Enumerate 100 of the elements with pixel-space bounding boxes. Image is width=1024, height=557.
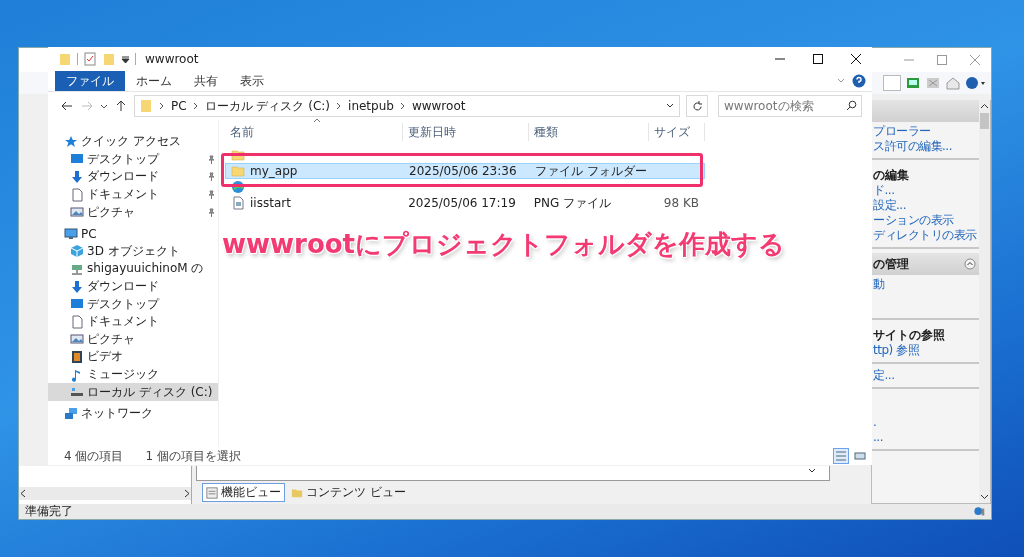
help-icon[interactable] [965,76,987,90]
cube-icon [70,244,84,259]
column-header[interactable]: サイズ [649,123,705,141]
nav-item[interactable]: デスクトップ [48,150,218,169]
chevron-right-icon [336,102,343,110]
breadcrumb[interactable]: PC [171,99,187,113]
down-arrow-icon [70,279,84,294]
ribbon-tab[interactable]: 共有 [183,71,229,91]
search-field[interactable]: wwwrootの検索 [718,95,862,117]
breadcrumb[interactable]: ローカル ディスク (C:) [204,97,331,115]
dropdown-icon[interactable] [121,54,130,64]
ribbon-tab[interactable]: 表示 [229,71,275,91]
list-icon [206,486,218,499]
action-link[interactable]: プローラー [873,124,931,139]
nav-item[interactable]: ドキュメント [48,185,218,204]
nav-item[interactable]: ローカル ディスク (C:) [48,383,218,401]
action-link[interactable]: 動 [873,277,885,292]
network-icon [64,406,78,421]
view-button[interactable] [833,448,849,464]
close-icon[interactable] [849,53,862,65]
column-header[interactable]: 種類 [529,123,649,141]
view-tab[interactable]: 機能ビュー [202,483,285,502]
file-type: ファイル フォルダー [535,162,647,180]
column-header[interactable]: 名前 [225,123,403,141]
breadcrumb[interactable]: inetpub [348,99,394,113]
nav-item[interactable]: ミュージック [48,365,218,384]
ribbon-tab[interactable]: ホーム [125,71,183,91]
view-tab[interactable]: コンテンツ ビュー [287,483,410,502]
nav-item[interactable]: ピクチャ [48,330,218,349]
film-icon [70,349,84,364]
forward-arrow-icon[interactable] [80,99,94,113]
vertical-scrollbar[interactable] [979,100,990,503]
status-text: 4 個の項目 [64,447,124,465]
down-arrow-icon [70,170,84,184]
nav-item[interactable]: 3D オブジェクト [48,242,218,261]
chevron-left-icon[interactable] [19,489,28,498]
image-file-icon [231,196,245,210]
file-row[interactable]: my_app 2025/05/06 23:36 ファイル フォルダー [225,163,705,179]
action-link[interactable]: ... [873,430,883,445]
action-link[interactable]: ド... [873,183,895,198]
computer-icon [64,226,78,241]
nav-item[interactable]: ピクチャ [48,203,218,221]
nav-item[interactable]: shigayuuichinoM の [48,260,218,278]
modified-date: 2025/05/06 23:36 [409,164,517,178]
up-arrow-icon[interactable] [114,99,128,113]
checklist-icon[interactable] [83,52,97,66]
action-link[interactable]: 設定... [873,198,906,213]
action-link[interactable]: 定... [873,368,895,383]
column-header[interactable]: 更新日時 [403,123,529,141]
nav-item[interactable]: クイック アクセス [48,133,218,151]
nav-item[interactable]: ダウンロード [48,277,218,296]
nav-item[interactable]: ビデオ [48,348,218,366]
chevron-up-icon[interactable] [980,102,989,111]
chevron-down-icon[interactable] [100,102,108,110]
collapse-icon[interactable] [964,258,976,270]
address-bar[interactable]: PC ローカル ディスク (C:) inetpub wwwroot [134,95,680,117]
chevron-right-icon [192,102,199,110]
home-icon[interactable] [945,76,961,90]
section-title: の編集 [873,167,909,183]
back-arrow-icon[interactable] [60,99,74,113]
file-name: my_app [250,164,298,178]
nav-item[interactable]: ドキュメント [48,312,218,331]
scroll-thumb[interactable] [980,113,989,129]
horizontal-scrollbar[interactable] [19,487,191,500]
tiles-view-icon [854,450,866,462]
file-size: 98 KB [663,196,699,210]
help-icon[interactable] [852,74,866,88]
chevron-right-icon[interactable] [182,489,191,498]
action-link[interactable]: ーションの表示 [873,213,954,228]
globe-icon [231,180,245,194]
globe-icon [973,505,987,518]
refresh-icon [691,100,703,112]
chevron-right-icon [399,102,406,110]
action-link[interactable]: ディレクトリの表示 [873,228,977,243]
refresh-button[interactable] [686,95,708,117]
picture-icon [70,332,84,347]
action-link[interactable]: ttp) 参照 [873,343,920,358]
status-text: 1 個の項目を選択 [145,447,241,465]
address-field[interactable] [883,75,901,91]
folder-icon [139,99,153,113]
action-link[interactable]: ス許可の編集... [873,139,952,154]
section-title: の管理 [873,255,909,273]
disconnect-icon[interactable] [925,76,941,90]
annotation-caption: wwwrootにプロジェクトフォルダを作成する [222,228,786,261]
search-icon [846,100,857,111]
chevron-down-icon[interactable] [980,492,989,501]
breadcrumb[interactable]: wwwroot [411,99,466,113]
nav-item[interactable]: ネットワーク [48,404,218,423]
connect-icon[interactable] [905,76,921,90]
maximize-icon[interactable] [811,53,824,65]
nav-item[interactable]: ダウンロード [48,168,218,186]
nav-item[interactable]: PC [48,224,218,243]
section-title: サイトの参照 [873,327,945,343]
file-type: PNG ファイル [533,194,612,212]
status-text: 準備完了 [25,503,73,520]
file-row[interactable]: iisstart 2025/05/06 17:19 PNG ファイル 98 KB [225,195,705,211]
action-link[interactable]: . [873,415,877,430]
picture-icon [70,205,84,220]
nav-item[interactable]: デスクトップ [48,295,218,313]
window-title: wwwroot [145,52,200,66]
